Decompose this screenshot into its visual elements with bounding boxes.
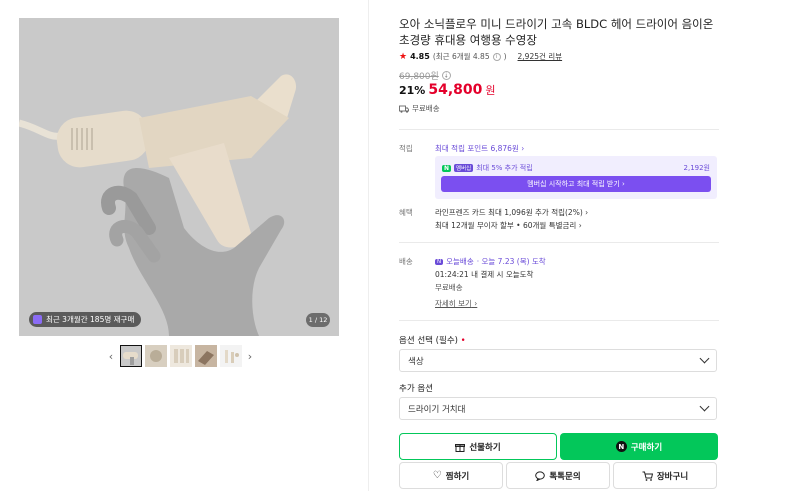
thumbnail-strip: ‹ ›: [105, 345, 256, 367]
required-mark: •: [460, 336, 466, 346]
delivery-more-text: 자세히 보기: [435, 299, 472, 308]
membership-badge: N 멤버십 최대 5% 추가 적립: [442, 163, 533, 173]
chevron-left-icon[interactable]: ‹: [105, 346, 117, 366]
rating-recent-close: ): [503, 52, 507, 61]
buy-button[interactable]: N 구매하기: [560, 433, 718, 460]
divider: [399, 242, 719, 243]
gift-button[interactable]: 선물하기: [399, 433, 557, 460]
price-info-icon[interactable]: i: [441, 71, 451, 80]
original-price: 69,800원: [399, 72, 439, 82]
points-label: 적립: [399, 144, 413, 153]
shipping-note: 무료배송: [399, 103, 440, 114]
arrival-date: · 오늘 7.23 (목) 도착: [476, 257, 546, 266]
rating-score: 4.85: [410, 52, 430, 61]
points-max-link[interactable]: 최대 적립 포인트 6,876원 ›: [435, 143, 524, 154]
thumbnail-2[interactable]: [144, 345, 167, 367]
column-divider: [368, 0, 369, 491]
cart-button[interactable]: 장바구니: [613, 462, 717, 489]
currency-unit: 원: [485, 84, 496, 97]
naver-pay-icon: N: [615, 441, 627, 452]
talk-label: 톡톡문의: [549, 471, 581, 482]
rating-recent: (최근 6개월 4.85: [432, 52, 490, 61]
thumbnail-1[interactable]: [119, 345, 142, 367]
extra-select-value: 드라이기 거치대: [408, 404, 466, 415]
product-main-image[interactable]: [19, 18, 339, 336]
delivery-label: 배송: [399, 257, 413, 266]
membership-button-label: 멤버십 시작하고 최대 적립 받기: [527, 180, 620, 188]
membership-box: N 멤버십 최대 5% 추가 적립 2,192원 멤버십 시작하고 최대 적립 …: [435, 156, 717, 199]
divider: [399, 320, 719, 321]
benefit-label: 혜택: [399, 208, 413, 217]
repurchase-badge: 최근 3개월간 185명 재구매: [29, 312, 142, 327]
delivery-countdown: 01:24:21 내 결제 시 오늘도착: [435, 270, 534, 279]
installment-text: 최대 12개월 무이자 할부 • 60개월 특별금리: [435, 221, 577, 230]
rating-row: ★ 4.85 (최근 6개월 4.85 i ) 2,925건 리뷰: [399, 51, 562, 62]
chevron-right-icon[interactable]: ›: [244, 346, 256, 366]
cart-icon: [642, 471, 653, 481]
delivery-more-link[interactable]: 자세히 보기 ›: [435, 298, 477, 309]
naver-n-icon: N: [442, 164, 452, 172]
thumbnail-5[interactable]: [219, 345, 242, 367]
membership-start-button[interactable]: 멤버십 시작하고 최대 적립 받기 ›: [441, 176, 711, 192]
today-delivery-icon: N: [435, 258, 444, 265]
thumbnail-3[interactable]: [169, 345, 192, 367]
delivery-free: 무료배송: [435, 283, 463, 292]
color-select-value: 색상: [408, 356, 424, 367]
delivery-today-row: N 오늘배송 · 오늘 7.23 (목) 도착: [435, 256, 546, 267]
truck-icon: [399, 105, 409, 113]
heart-icon: ♡: [432, 470, 442, 481]
discount-rate: 21%: [399, 84, 426, 97]
product-title: 오아 소닉플로우 미니 드라이기 고속 BLDC 헤어 드라이어 음이온 초경량…: [399, 17, 714, 47]
gift-icon: [455, 443, 466, 452]
review-count-link[interactable]: 2,925건 리뷰: [518, 51, 563, 62]
hair-dryer-photo: [19, 18, 339, 336]
required-option-text: 옵션 선택 (필수): [399, 336, 458, 346]
chevron-down-icon: [699, 401, 710, 412]
sale-price: 54,800: [428, 82, 483, 98]
installment-link[interactable]: 최대 12개월 무이자 할부 • 60개월 특별금리 ›: [435, 220, 582, 231]
card-benefit-text: 라인프렌즈 카드 최대 1,096원 추가 적립(2%): [435, 208, 583, 217]
original-price-row: 69,800원 i: [399, 69, 451, 82]
repurchase-icon: [33, 315, 42, 324]
wish-button[interactable]: ♡ 찜하기: [399, 462, 503, 489]
color-select[interactable]: 색상: [399, 349, 717, 372]
image-counter: 1 / 12: [306, 313, 330, 327]
star-icon: ★: [399, 51, 408, 62]
membership-amount: 2,192원: [683, 164, 710, 172]
repurchase-text: 최근 3개월간 185명 재구매: [46, 315, 135, 324]
points-max-text: 최대 적립 포인트 6,876원: [435, 144, 519, 153]
extra-option-select[interactable]: 드라이기 거치대: [399, 397, 717, 420]
thumbnail-4[interactable]: [194, 345, 217, 367]
cart-label: 장바구니: [656, 471, 689, 482]
extra-option-label: 추가 옵션: [399, 384, 433, 394]
buy-label: 구매하기: [630, 442, 663, 453]
talk-button[interactable]: 톡톡문의: [506, 462, 610, 489]
gift-label: 선물하기: [469, 442, 501, 453]
today-delivery-badge: 오늘배송: [446, 257, 474, 266]
chat-bubble-icon: [535, 470, 546, 481]
card-benefit-link[interactable]: 라인프렌즈 카드 최대 1,096원 추가 적립(2%) ›: [435, 207, 588, 218]
required-option-label: 옵션 선택 (필수) •: [399, 334, 466, 346]
info-icon[interactable]: i: [492, 52, 501, 61]
divider: [399, 129, 719, 130]
shipping-note-text: 무료배송: [412, 104, 440, 113]
sale-price-row: 21% 54,800 원: [399, 82, 496, 98]
membership-plus-icon: 멤버십: [454, 164, 474, 172]
membership-text: 최대 5% 추가 적립: [476, 164, 533, 172]
chevron-down-icon: [699, 353, 710, 364]
wish-label: 찜하기: [445, 471, 470, 482]
